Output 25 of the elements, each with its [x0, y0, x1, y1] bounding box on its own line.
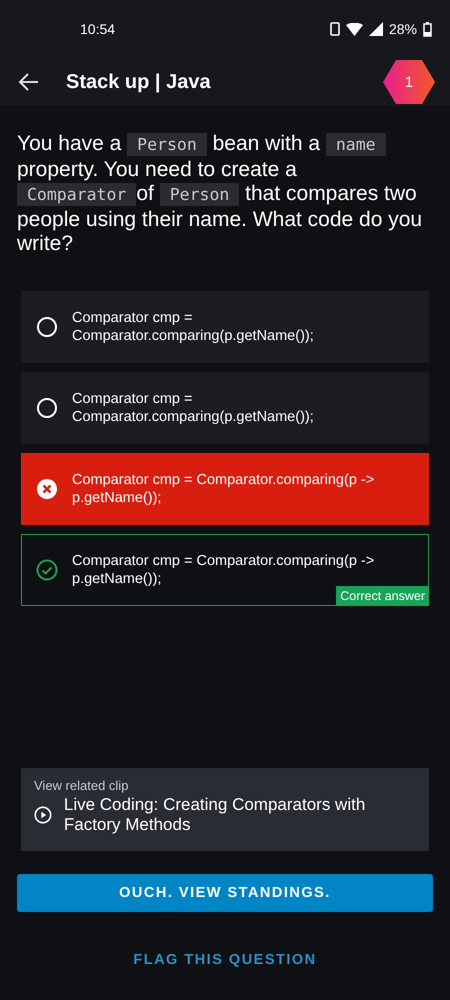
- score-badge: 1: [383, 60, 435, 104]
- signal-icon: [368, 22, 383, 36]
- question-text: You have a Person bean with a name property. You need to create a Comparator of Person that compares two people using their name. What code do you write?: [17, 132, 424, 256]
- check-circle-icon: [36, 558, 58, 580]
- back-button[interactable]: [18, 72, 40, 92]
- answer-option[interactable]: Comparator cmp = Comparator.comparing(p -> p.getName());: [21, 452, 429, 524]
- clip-label: View related clip: [34, 778, 130, 793]
- phone-icon: [330, 22, 340, 36]
- wifi-icon: [346, 22, 363, 36]
- error-icon: [36, 478, 58, 500]
- radio-icon[interactable]: [36, 316, 58, 338]
- battery-percent: 28%: [388, 21, 417, 37]
- screen-title: Stack up | Java: [66, 70, 212, 94]
- radio-icon[interactable]: [36, 396, 58, 418]
- flag-question-link[interactable]: FLAG THIS QUESTION: [133, 952, 317, 968]
- answer-option[interactable]: Comparator cmp = Comparator.comparing(p.getName());: [21, 372, 429, 444]
- related-clip-card[interactable]: View related clip Live Coding: Creating Comparators with Factory Methods: [21, 768, 429, 851]
- battery-icon: [423, 22, 432, 36]
- play-icon: [34, 804, 52, 826]
- answer-option[interactable]: Comparator cmp = Comparator.comparing(p.getName());: [21, 290, 429, 362]
- answer-option[interactable]: Comparator cmp = Comparator.comparing(p -> p.getName()); Correct answer: [21, 534, 429, 606]
- view-standings-button[interactable]: OUCH. VIEW STANDINGS.: [17, 874, 433, 912]
- status-time: 10:54: [80, 21, 116, 37]
- correct-answer-tag: Correct answer: [336, 586, 429, 606]
- clip-title: Live Coding: Creating Comparators with Factory Methods: [64, 795, 366, 835]
